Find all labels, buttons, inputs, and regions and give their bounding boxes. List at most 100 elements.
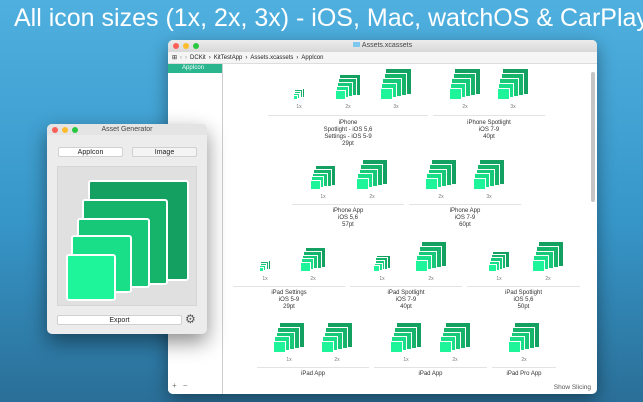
icon-square: [66, 254, 117, 301]
group-title: iPhone Spotlight iOS 7-9 40pt: [467, 120, 511, 141]
crumb-project[interactable]: DCKit: [190, 52, 206, 64]
back-icon[interactable]: ‹: [180, 52, 182, 64]
app-icon-slot[interactable]: [439, 321, 471, 353]
app-icon-slot[interactable]: [273, 321, 305, 353]
tab-image[interactable]: Image: [132, 147, 197, 157]
zoom-button[interactable]: [72, 127, 78, 133]
window-title: Asset Generator: [101, 126, 153, 133]
breadcrumb: ⊞ ‹ › DCKit › KitTestApp › Assets.xcassets…: [168, 52, 597, 64]
group-title-line: iOS 5-9: [278, 297, 300, 303]
group-title-line: iPhone: [338, 120, 358, 126]
icon-square: [300, 262, 311, 272]
group-title-line: 29pt: [342, 141, 354, 147]
app-icon-slot[interactable]: [390, 321, 422, 353]
app-icon-slot[interactable]: [473, 158, 505, 190]
group-title: iPad Spotlight iOS 5,6 50pt: [505, 290, 542, 311]
app-icon-slot[interactable]: [508, 321, 540, 353]
remove-button[interactable]: −: [183, 381, 188, 390]
scale-label: 1x: [496, 276, 502, 282]
divider: [467, 286, 580, 287]
scale-label: 2x: [521, 357, 527, 363]
crumb-assets[interactable]: Assets.xcassets: [250, 52, 293, 64]
window-title: Assets.xcassets: [361, 42, 413, 49]
forward-icon[interactable]: ›: [185, 52, 187, 64]
scale-label: 2x: [452, 357, 458, 363]
crumb-appicon[interactable]: AppIcon: [301, 52, 323, 64]
divider: [409, 204, 521, 205]
group-title-line: iPad App: [300, 371, 326, 377]
scale-label: 2x: [428, 276, 434, 282]
divider: [433, 115, 545, 116]
tab-appicon[interactable]: AppIcon: [58, 147, 123, 157]
icon-square: [448, 87, 463, 100]
app-icon-slot[interactable]: [496, 67, 530, 100]
app-icon-slot[interactable]: [300, 246, 326, 272]
scale-label: 2x: [438, 194, 444, 200]
close-button[interactable]: [173, 43, 179, 49]
close-button[interactable]: [52, 127, 58, 133]
zoom-button[interactable]: [193, 43, 199, 49]
group-title-line: iPhone App: [332, 208, 364, 214]
icon-square: [532, 260, 546, 272]
group-title-line: iPad Pro App: [506, 371, 542, 377]
show-slicing-button[interactable]: Show Slicing: [554, 384, 591, 391]
icon-square: [273, 341, 287, 353]
group-title-line: 29pt: [283, 304, 295, 310]
group-title: iPad App: [418, 371, 442, 378]
scale-label: 2x: [545, 276, 551, 282]
group-title-line: 40pt: [483, 134, 495, 140]
scale-label: 2x: [334, 357, 340, 363]
scrollbar[interactable]: [591, 72, 595, 202]
icon-square: [425, 178, 439, 190]
grid-icon[interactable]: ⊞: [172, 52, 177, 64]
folder-icon: [352, 42, 360, 47]
app-icon-slot[interactable]: [310, 164, 336, 190]
app-icon-slot[interactable]: [356, 158, 388, 190]
group-title: iPhone App iOS 7-9 60pt: [450, 208, 481, 229]
scale-label: 2x: [462, 104, 468, 110]
icon-square: [439, 341, 453, 353]
icon-square: [373, 265, 381, 272]
group-title-line: 50pt: [517, 304, 530, 310]
divider: [292, 204, 404, 205]
app-icon-slot[interactable]: [334, 73, 362, 100]
icon-square: [415, 260, 429, 272]
crumb-group[interactable]: KitTestApp: [214, 52, 243, 64]
icon-square: [473, 178, 487, 190]
app-icon-slot[interactable]: [373, 254, 391, 272]
app-icon-slot[interactable]: [488, 250, 510, 272]
add-button[interactable]: +: [172, 381, 177, 390]
scale-label: 1x: [403, 357, 409, 363]
group-title-line: iPad Settings: [271, 290, 307, 296]
divider: [257, 367, 369, 368]
minimize-button[interactable]: [62, 127, 68, 133]
icon-square: [390, 341, 404, 353]
headline: All icon sizes (1x, 2x, 3x) - iOS, Mac, …: [14, 4, 643, 32]
divider: [350, 286, 462, 287]
app-icon-slot[interactable]: [379, 67, 413, 100]
title-bar: Assets.xcassets: [168, 40, 597, 52]
group-title: iPad Settings iOS 5-9 29pt: [271, 290, 306, 311]
scale-label: 1x: [286, 357, 292, 363]
scale-label: 1x: [379, 276, 385, 282]
scale-label: 1x: [320, 194, 326, 200]
app-icon-slot[interactable]: [448, 67, 482, 100]
sidebar-item-appicon[interactable]: AppIcon: [168, 64, 222, 73]
icon-square: [258, 267, 264, 272]
app-icon-slot[interactable]: [321, 321, 353, 353]
export-button[interactable]: Export: [57, 315, 182, 325]
app-icon-slot[interactable]: [415, 240, 447, 272]
app-icon-slot[interactable]: [258, 259, 272, 272]
app-icon-slot[interactable]: [425, 158, 457, 190]
app-icon-slot[interactable]: [292, 87, 306, 100]
gear-icon[interactable]: ⚙: [185, 312, 196, 326]
scale-label: 1x: [262, 276, 268, 282]
divider: [374, 367, 487, 368]
group-title-line: iPhone Spotlight: [467, 120, 511, 126]
group-title: iPad App: [301, 371, 325, 378]
group-title-line: iOS 7-9: [395, 297, 417, 303]
group-title-line: iOS 7-9: [478, 127, 500, 133]
app-icon-slot[interactable]: [532, 240, 564, 272]
minimize-button[interactable]: [183, 43, 189, 49]
scale-label: 3x: [393, 104, 399, 110]
